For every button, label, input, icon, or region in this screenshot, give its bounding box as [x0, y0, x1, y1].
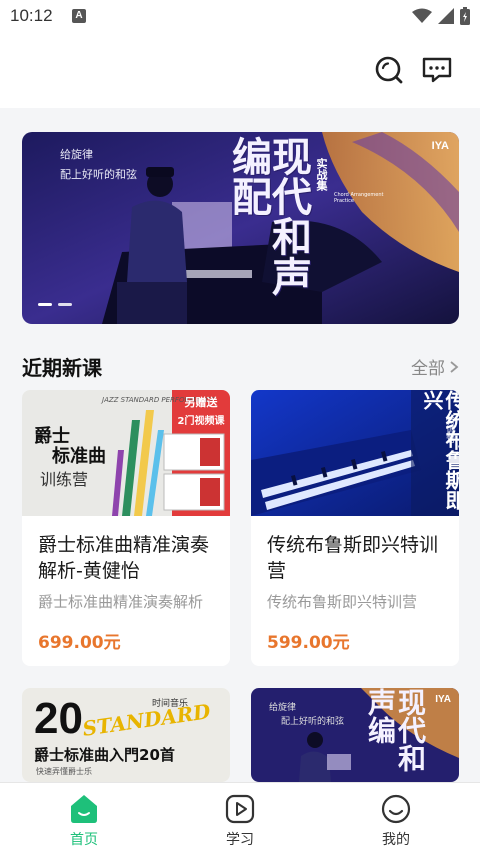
course-thumbnail: 传统布鲁斯即兴 特训营 — [251, 390, 459, 516]
thumb-small: 快速弄懂爵士乐 — [36, 767, 92, 776]
notification-icon: A — [72, 9, 86, 23]
app-header — [0, 34, 480, 108]
banner-subtitle-2: 配上好听的和弦 — [60, 168, 137, 181]
thumb-tag: 特训营 — [444, 416, 454, 443]
banner-dot — [38, 303, 52, 306]
bottom-tab-bar: 首页 学习 我的 — [0, 782, 480, 852]
course-card[interactable]: 爵士 标准曲 训练营 JAZZ STANDARD PERFORMANCE 另赠送… — [22, 390, 230, 666]
course-thumbnail: 爵士 标准曲 训练营 JAZZ STANDARD PERFORMANCE 另赠送… — [22, 390, 230, 516]
course-card[interactable]: 传统布鲁斯即兴 特训营 传统布鲁斯即兴特训营 传统布鲁斯即兴特训营 599.00… — [251, 390, 459, 666]
tab-profile[interactable]: 我的 — [346, 783, 446, 852]
tab-label: 学习 — [226, 832, 254, 848]
thumb-title-3: 训练营 — [40, 470, 89, 489]
banner-tag: 实战集 — [315, 158, 328, 191]
status-time: 10:12 — [10, 6, 53, 25]
section-header: 近期新课 全部 — [22, 352, 459, 380]
status-icons — [412, 7, 470, 25]
course-card[interactable]: 20 STANDARD 时间音乐 爵士标准曲入門20首 快速弄懂爵士乐 — [22, 688, 230, 782]
tab-label: 我的 — [382, 832, 410, 848]
thumb-vertical-title: 传统布鲁斯即兴 — [420, 390, 459, 510]
home-icon — [71, 795, 97, 823]
course-price: 699.00元 — [38, 633, 121, 653]
view-all-link[interactable]: 全部 — [411, 354, 459, 379]
chevron-right-icon — [450, 360, 459, 373]
status-bar: 10:12 A — [0, 0, 480, 34]
banner-title: 现代和声编配 — [225, 136, 311, 296]
course-title: 爵士标准曲精准演奏解析-黄健怡 — [38, 534, 210, 582]
thumb-title: 现代和声编 — [364, 688, 427, 772]
promo-banner[interactable]: 给旋律 配上好听的和弦 现代和声编配 实战集 Chord Arrangement… — [22, 132, 459, 324]
banner-subtitle-1: 给旋律 — [60, 148, 93, 161]
smile-icon — [381, 794, 411, 824]
thumb-brand: IYA — [435, 694, 451, 705]
tab-home[interactable]: 首页 — [34, 783, 134, 852]
thumb-big-number: 20 — [34, 694, 83, 743]
signal-icon — [438, 8, 454, 24]
message-button[interactable] — [419, 52, 455, 88]
play-icon — [225, 794, 255, 824]
course-subtitle: 传统布鲁斯即兴特训营 — [267, 593, 418, 611]
thumb-line-2: 配上好听的和弦 — [281, 717, 345, 727]
search-icon — [375, 56, 403, 84]
section-title: 近期新课 — [22, 356, 102, 380]
wifi-icon — [412, 8, 432, 23]
thumb-line: 爵士标准曲入門20首 — [34, 746, 175, 764]
message-icon — [422, 57, 452, 83]
view-all-label: 全部 — [411, 359, 445, 379]
course-price: 599.00元 — [267, 633, 350, 653]
course-subtitle: 爵士标准曲精准演奏解析 — [38, 593, 204, 611]
thumb-line-1: 给旋律 — [269, 703, 297, 713]
course-thumbnail: 20 STANDARD 时间音乐 爵士标准曲入門20首 快速弄懂爵士乐 — [22, 688, 230, 782]
thumb-badge-1: 另赠送 — [184, 396, 218, 409]
tab-label: 首页 — [70, 832, 98, 848]
course-card[interactable]: 现代和声编 给旋律 配上好听的和弦 IYA — [251, 688, 459, 782]
course-thumbnail: 现代和声编 给旋律 配上好听的和弦 IYA — [251, 688, 459, 782]
banner-brand: IYA — [431, 140, 449, 152]
tab-study[interactable]: 学习 — [190, 783, 290, 852]
thumb-title-2: 标准曲 — [52, 446, 106, 467]
battery-icon — [460, 7, 470, 25]
thumb-badge-2: 2门视频课 — [177, 416, 225, 427]
banner-small-text: Chord Arrangement Practice — [334, 192, 384, 204]
banner-dot — [58, 303, 72, 306]
thumb-corner: 时间音乐 — [152, 699, 189, 709]
course-title: 传统布鲁斯即兴特训营 — [267, 534, 439, 582]
search-button[interactable] — [371, 52, 407, 88]
banner-pagination — [38, 303, 72, 306]
